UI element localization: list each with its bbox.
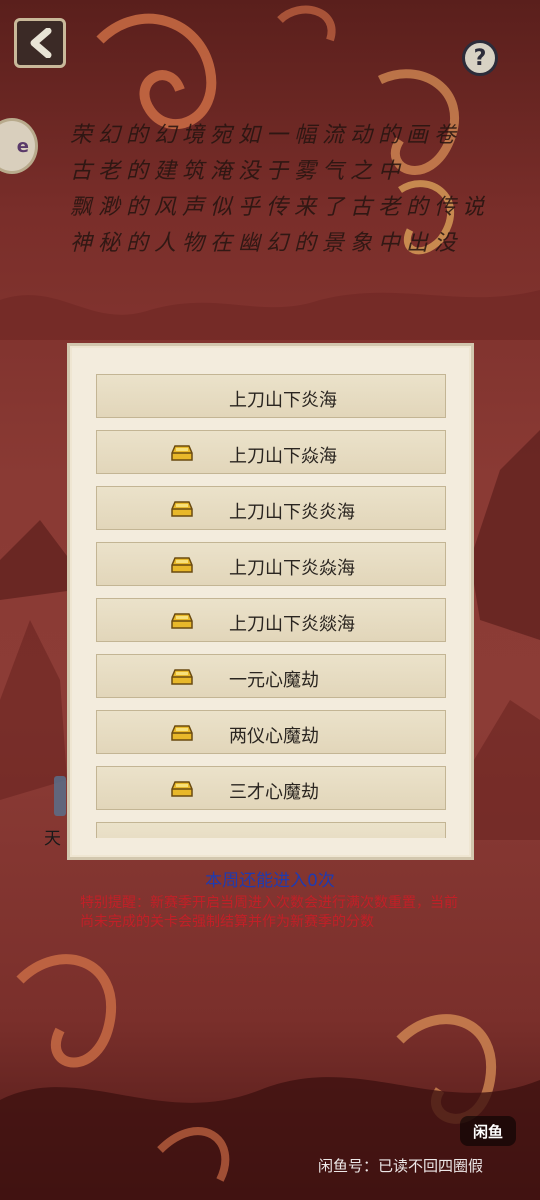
level-list[interactable]: 上刀山下炎海 上刀山下焱海 上刀山下炎炎海 上刀山下炎焱海 上刀山下炎燚海 一元心魔劫两仪… [96, 374, 448, 838]
level-item-label: 上刀山下炎焱海 [229, 558, 355, 579]
side-label: 天 [44, 829, 61, 849]
level-item[interactable]: 上刀山下炎海 [96, 374, 446, 418]
help-button[interactable]: ? [462, 40, 498, 76]
gold-ingot-icon [171, 613, 193, 629]
level-select-panel: 上刀山下炎海 上刀山下焱海 上刀山下炎炎海 上刀山下炎焱海 上刀山下炎燚海 一元心魔劫两仪… [67, 343, 474, 860]
level-item-label: 上刀山下炎海 [229, 390, 337, 411]
gold-ingot-icon [171, 669, 193, 685]
level-item[interactable]: 两仪心魔劫 [96, 710, 446, 754]
watermark-logo: 闲鱼 [460, 1116, 516, 1146]
level-item[interactable]: 三才心魔劫 [96, 766, 446, 810]
level-item-label: 一元心魔劫 [229, 670, 319, 691]
level-item-label: 上刀山下炎燚海 [229, 614, 355, 635]
gold-ingot-icon [171, 781, 193, 797]
gold-ingot-icon [171, 501, 193, 517]
watermark-text: 闲鱼号：已读不回四圈假 [318, 1157, 484, 1175]
back-arrow-icon [30, 28, 52, 58]
help-icon: ? [473, 45, 487, 71]
poem-line: 荣幻的幻境宛如一幅流动的画卷 [70, 123, 463, 148]
level-item[interactable]: 一元心魔劫 [96, 654, 446, 698]
gold-ingot-icon [171, 557, 193, 573]
level-item-label: 两仪心魔劫 [229, 726, 319, 747]
level-item-label: 上刀山下炎炎海 [229, 502, 355, 523]
side-tab-label: e [16, 135, 29, 157]
poem-line: 古老的建筑淹没于雾气之中 [70, 159, 407, 184]
level-item[interactable]: 上刀山下焱海 [96, 430, 446, 474]
level-item[interactable]: 上刀山下炎炎海 [96, 486, 446, 530]
season-notice: 特别提醒：新赛季开启当周进入次数会进行满次数重置，当前尚未完成的关卡会强制结算并… [80, 895, 458, 930]
poem-line: 飘渺的风声似乎传来了古老的传说 [70, 195, 491, 220]
character-figure [54, 776, 66, 816]
level-item[interactable]: 上刀山下炎焱海 [96, 542, 446, 586]
gold-ingot-icon [171, 445, 193, 461]
level-item-partial[interactable] [96, 822, 446, 838]
weekly-entries-text: 本周还能进入0次 [205, 871, 335, 891]
back-button[interactable] [14, 18, 66, 68]
level-item[interactable]: 上刀山下炎燚海 [96, 598, 446, 642]
level-item-label: 上刀山下焱海 [229, 446, 337, 467]
poem-line: 神秘的人物在幽幻的景象中出没 [70, 231, 463, 256]
level-item-label: 三才心魔劫 [229, 782, 319, 803]
gold-ingot-icon [171, 725, 193, 741]
poem-text: 荣幻的幻境宛如一幅流动的画卷 古老的建筑淹没于雾气之中 飘渺的风声似乎传来了古老… [70, 118, 490, 262]
